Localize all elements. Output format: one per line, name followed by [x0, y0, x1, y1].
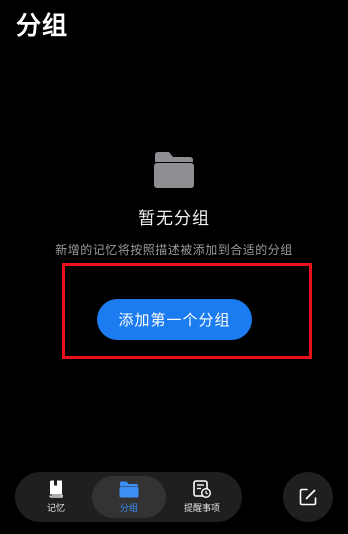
empty-state-description: 新增的记忆将按照描述被添加到合适的分组: [55, 243, 293, 257]
tab-memories-label: 记忆: [46, 504, 65, 514]
empty-state: 暂无分组 新增的记忆将按照描述被添加到合适的分组: [0, 150, 348, 258]
folder-icon: [119, 481, 139, 497]
reminder-icon: [193, 480, 211, 498]
page-title: 分组: [16, 11, 69, 40]
edit-icon: [299, 488, 317, 506]
tab-reminders-label: 提醒事项: [183, 504, 220, 514]
tab-memories[interactable]: 记忆: [21, 476, 91, 518]
new-note-button[interactable]: [283, 472, 333, 522]
folder-icon: [154, 152, 194, 188]
tab-groups[interactable]: 分组: [92, 476, 166, 518]
tab-groups-label: 分组: [119, 503, 138, 514]
bottom-tab-bar: 记忆 分组 提醒事项: [15, 472, 242, 522]
add-first-group-button[interactable]: 添加第一个分组: [97, 299, 252, 340]
book-icon: [49, 480, 63, 498]
tab-reminders[interactable]: 提醒事项: [167, 476, 237, 518]
empty-state-title: 暂无分组: [138, 209, 210, 229]
